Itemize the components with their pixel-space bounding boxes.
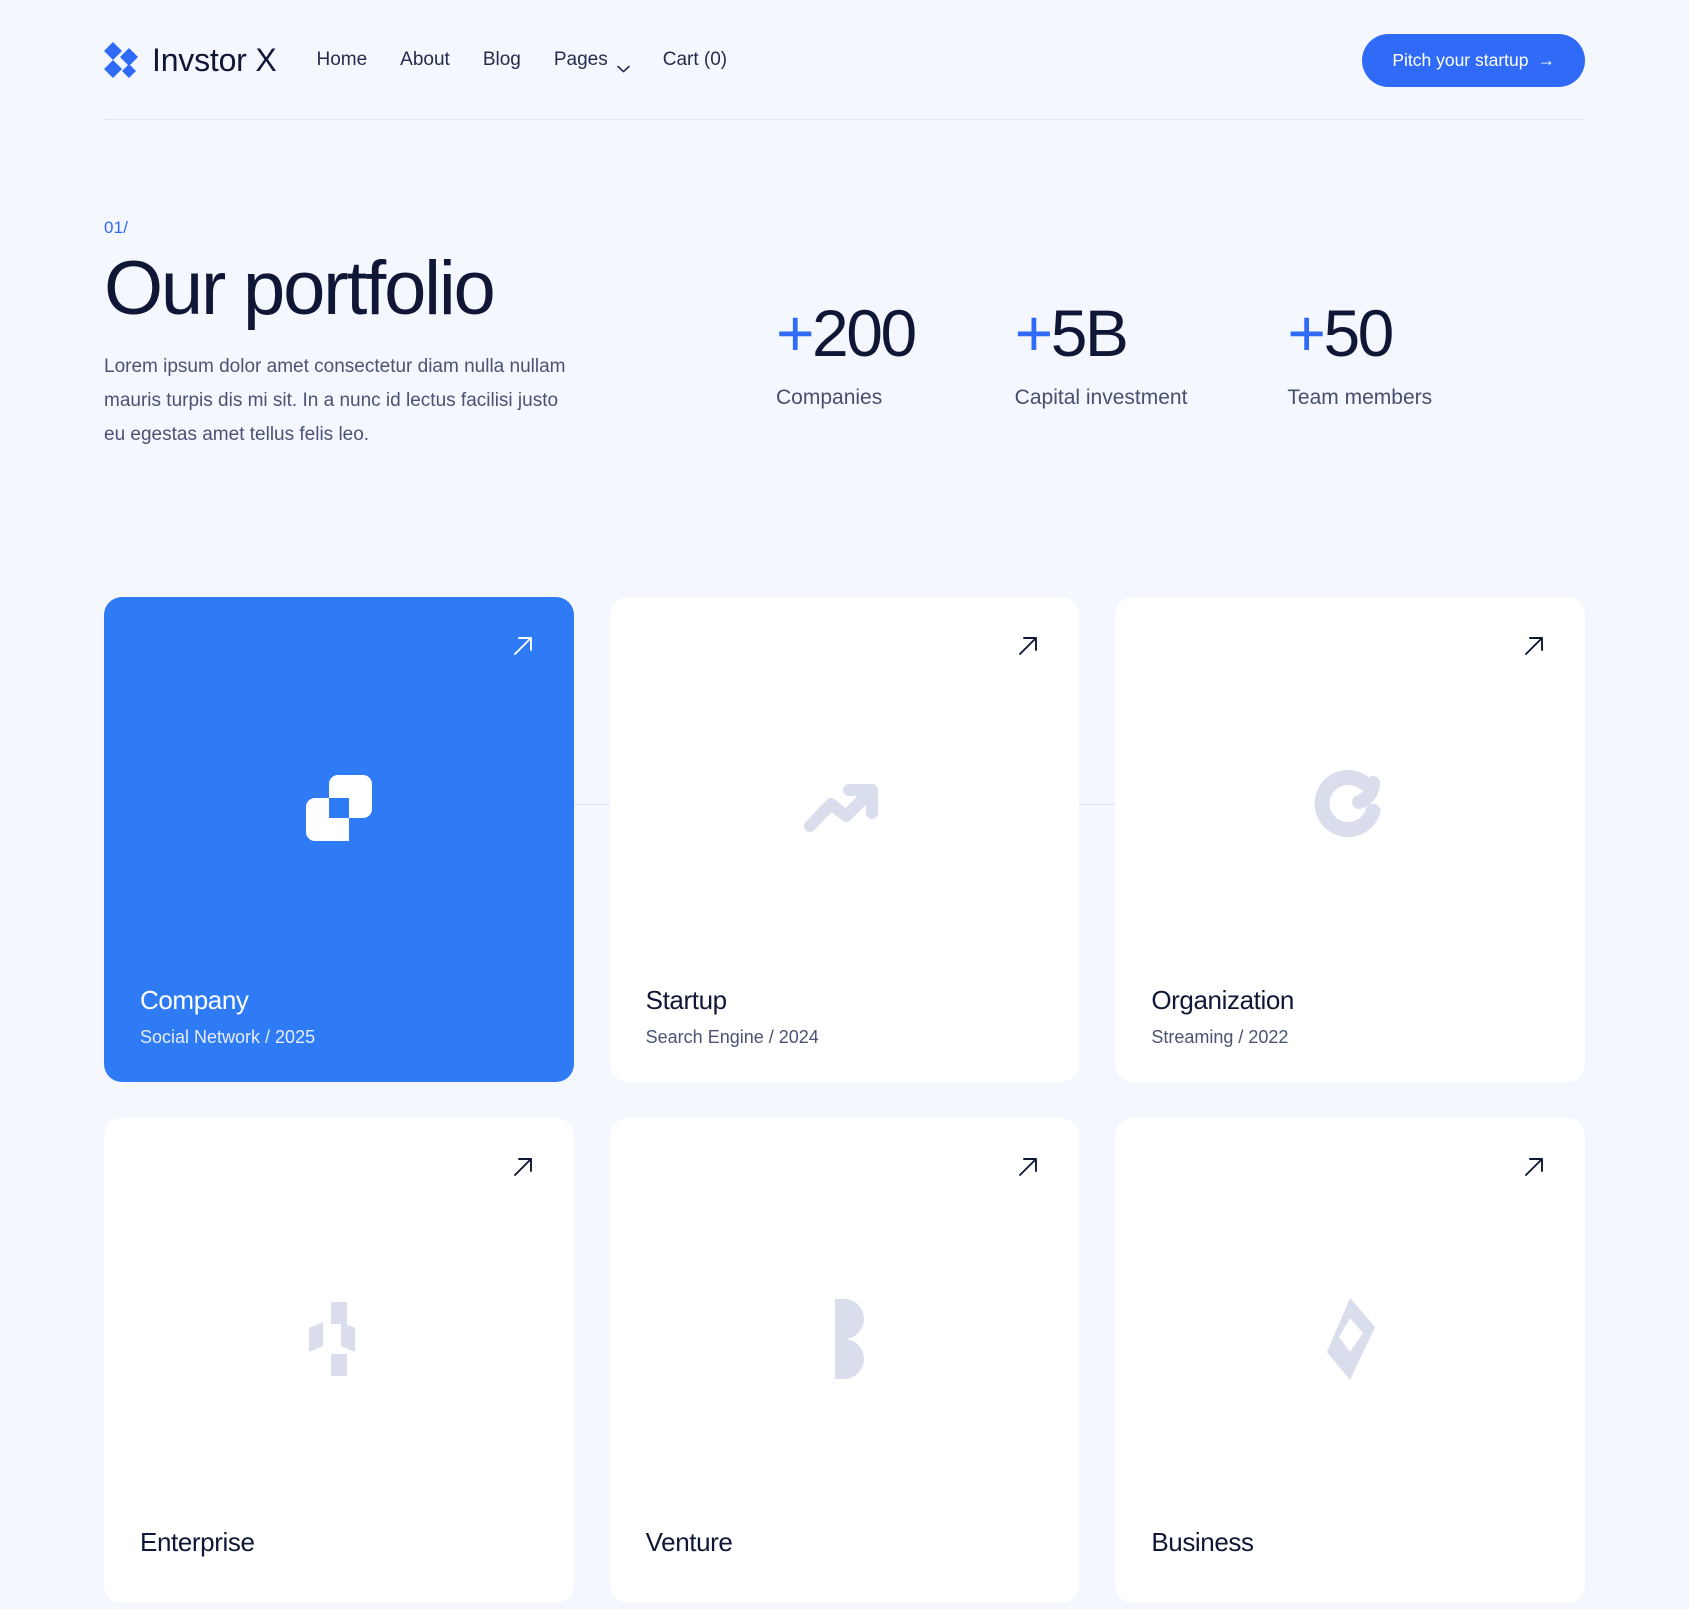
portfolio-card[interactable]: Company Social Network / 2025 (104, 596, 574, 1082)
portfolio-grid: Company Social Network / 2025 Startup Se… (104, 596, 1585, 1603)
header-divider (104, 119, 1585, 120)
stat-label: Team members (1287, 386, 1433, 409)
main-nav: Home About Blog Pages Cart (0) (316, 49, 727, 73)
nav-label: About (400, 49, 450, 70)
stat-number: 50 (1323, 296, 1394, 370)
arrow-right-icon: → (1537, 49, 1556, 70)
cta-label: Pitch your startup (1392, 49, 1529, 70)
c-arc-icon (1151, 631, 1549, 985)
trending-up-icon (646, 631, 1044, 985)
arrow-up-right-icon (1521, 633, 1547, 659)
stat-label: Companies (776, 386, 883, 409)
arrow-up-right-icon (1015, 1154, 1041, 1180)
card-footer: Organization Streaming / 2022 (1151, 985, 1549, 1048)
pitch-your-startup-button[interactable]: Pitch your startup → (1362, 33, 1585, 87)
nav-item-about[interactable]: About (400, 49, 450, 71)
nav-label: Home (316, 49, 368, 70)
stat-number: 5B (1050, 296, 1129, 370)
card-title: Enterprise (140, 1526, 255, 1557)
portfolio-card[interactable]: Startup Search Engine / 2024 (609, 596, 1080, 1082)
nav-item-home[interactable]: Home (316, 49, 367, 71)
stat-companies: +200 Companies (776, 300, 917, 410)
card-meta: Social Network / 2025 (140, 1026, 316, 1047)
card-title: Organization (1151, 984, 1294, 1015)
site-header: Invstor X Home About Blog Pages Cart (0)… (0, 0, 1689, 120)
arrow-up-right-icon (1015, 633, 1041, 659)
card-footer: Venture (646, 1527, 1044, 1569)
plus-sign: + (1014, 296, 1054, 370)
card-footer: Company Social Network / 2025 (140, 985, 538, 1048)
stat-number: 200 (812, 296, 917, 370)
portfolio-card[interactable]: Organization Streaming / 2022 (1115, 596, 1585, 1082)
card-footer: Startup Search Engine / 2024 (646, 985, 1044, 1048)
card-title: Company (140, 984, 249, 1015)
nav-item-cart[interactable]: Cart (0) (663, 49, 727, 71)
nav-item-blog[interactable]: Blog (483, 49, 521, 71)
arrow-up-right-icon (1521, 1154, 1547, 1180)
hero-paragraph: Lorem ipsum dolor amet consectetur diam … (104, 356, 566, 446)
nav-item-pages[interactable]: Pages (553, 49, 630, 73)
arrow-up-right-icon (510, 633, 536, 659)
card-meta: Search Engine / 2024 (645, 1026, 819, 1047)
stat-team-members: +50 Team members (1287, 300, 1432, 410)
card-title: Business (1151, 1526, 1254, 1557)
stat-value: +5B (1015, 300, 1188, 366)
diamond-outline-icon (1151, 1152, 1549, 1527)
portfolio-card[interactable]: Enterprise (104, 1117, 574, 1603)
card-footer: Business (1151, 1527, 1549, 1569)
portfolio-card[interactable]: Venture (609, 1117, 1080, 1603)
stat-value: +50 (1287, 300, 1432, 366)
brand-logo[interactable]: Invstor X (104, 41, 277, 79)
plus-sign: + (1287, 296, 1326, 370)
chevron-down-icon (616, 57, 630, 73)
shifted-bars-icon (140, 1152, 538, 1527)
hero-text-block: 01/ Our portfolio Lorem ipsum dolor amet… (104, 218, 664, 452)
stat-value: +200 (776, 300, 917, 366)
card-title: Venture (645, 1526, 733, 1557)
nav-label: Pages (553, 49, 608, 70)
brand-name: Invstor X (152, 41, 277, 78)
overlapping-squares-icon (140, 631, 538, 985)
stat-capital-investment: +5B Capital investment (1015, 300, 1188, 410)
plus-sign: + (776, 296, 815, 370)
nav-label: Blog (482, 49, 521, 70)
portfolio-card[interactable]: Business (1115, 1117, 1585, 1603)
card-meta: Streaming / 2022 (1151, 1026, 1289, 1047)
portfolio-page: Invstor X Home About Blog Pages Cart (0)… (0, 0, 1689, 1609)
stats-group: +200 Companies +5B Capital investment +5… (776, 218, 1432, 410)
nav-label: Cart (0) (662, 49, 728, 70)
split-circle-icon (646, 1152, 1044, 1527)
stat-label: Capital investment (1014, 386, 1188, 409)
card-title: Startup (645, 984, 727, 1015)
card-footer: Enterprise (140, 1527, 538, 1569)
page-title: Our portfolio (104, 246, 496, 331)
hero-section: 01/ Our portfolio Lorem ipsum dolor amet… (0, 218, 1689, 805)
portfolio-section: Company Social Network / 2025 Startup Se… (0, 596, 1689, 1603)
diamond-cluster-icon (104, 42, 138, 78)
section-number: 01/ (104, 218, 129, 237)
arrow-up-right-icon (510, 1154, 536, 1180)
